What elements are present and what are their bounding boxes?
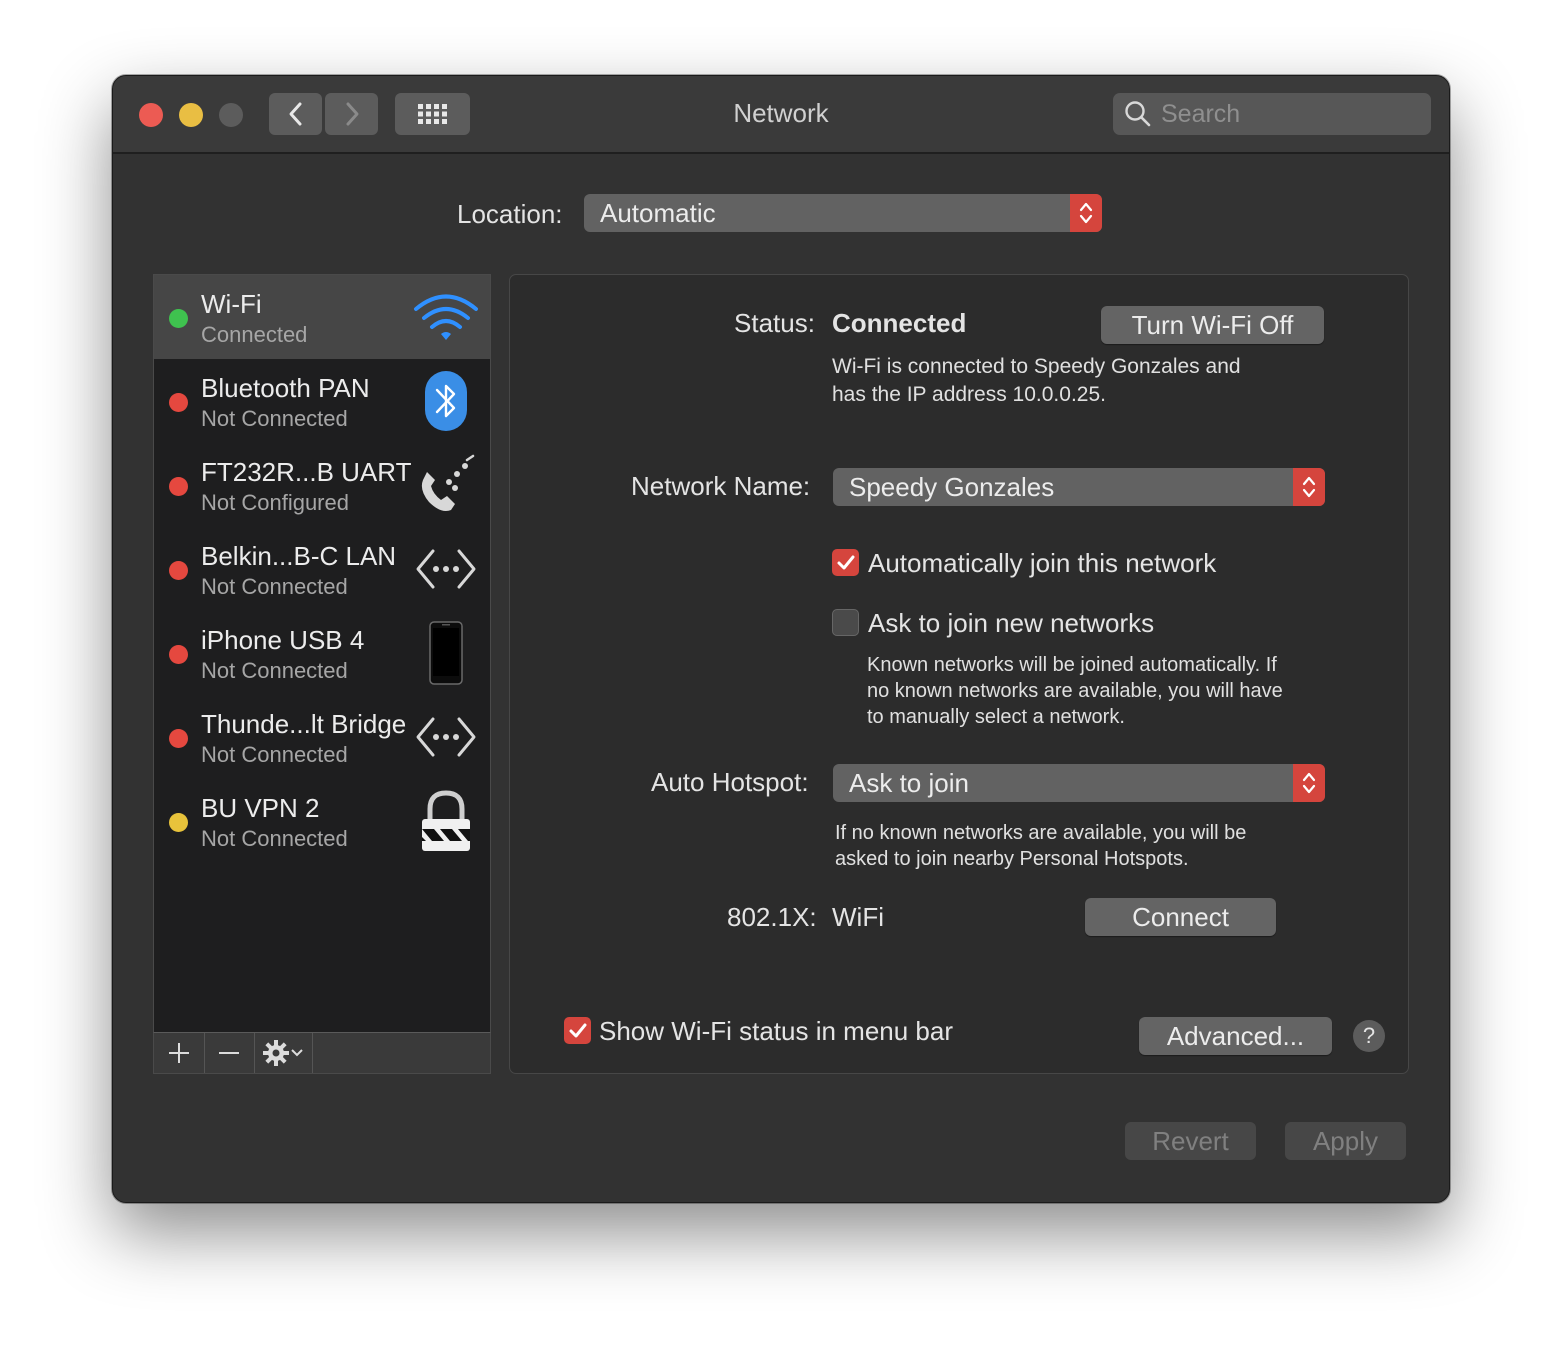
service-actions-menu[interactable] bbox=[254, 1033, 313, 1073]
search-icon bbox=[1125, 101, 1151, 127]
wifi-detail-panel: Status: Connected Turn Wi-Fi Off Wi-Fi i… bbox=[509, 274, 1409, 1074]
search-field[interactable] bbox=[1113, 93, 1431, 135]
location-popup[interactable]: Automatic bbox=[584, 194, 1102, 232]
service-status: Not Connected bbox=[201, 742, 348, 767]
bluetooth-icon bbox=[412, 367, 480, 435]
network-name-popup[interactable]: Speedy Gonzales bbox=[833, 468, 1325, 506]
status-dot bbox=[169, 561, 188, 580]
title-bar: Network bbox=[113, 76, 1449, 154]
service-status: Not Connected bbox=[201, 826, 348, 851]
show-status-checkbox[interactable] bbox=[564, 1017, 591, 1044]
location-value: Automatic bbox=[600, 197, 716, 228]
plus-icon bbox=[169, 1043, 189, 1063]
status-dot bbox=[169, 309, 188, 328]
dot1x-label: 802.1X: bbox=[727, 902, 817, 932]
ask-join-description-line: no known networks are available, you wil… bbox=[867, 680, 1283, 702]
service-name: iPhone USB 4 bbox=[201, 625, 365, 655]
auto-hotspot-description-line: If no known networks are available, you … bbox=[835, 822, 1247, 844]
auto-hotspot-popup[interactable]: Ask to join bbox=[833, 764, 1325, 802]
service-list[interactable]: Wi-Fi Connected Bluetooth PAN Not Connec… bbox=[153, 274, 491, 1074]
vpn-lock-icon bbox=[412, 787, 480, 855]
help-button[interactable]: ? bbox=[1353, 1020, 1385, 1052]
ask-join-label[interactable]: Ask to join new networks bbox=[868, 608, 1154, 639]
status-label: Status: bbox=[734, 308, 815, 338]
status-description-line: has the IP address 10.0.0.25. bbox=[832, 383, 1106, 406]
auto-join-checkbox[interactable] bbox=[832, 549, 859, 576]
popup-stepper-icon bbox=[1293, 764, 1325, 802]
service-item-bluetooth-pan[interactable]: Bluetooth PAN Not Connected bbox=[154, 359, 490, 443]
service-name: Belkin...B-C LAN bbox=[201, 541, 397, 571]
service-name: Bluetooth PAN bbox=[201, 373, 370, 403]
dot1x-value: WiFi bbox=[832, 902, 884, 932]
service-status: Not Connected bbox=[201, 658, 348, 683]
service-name: FT232R...B UART bbox=[201, 457, 412, 487]
popup-stepper-icon bbox=[1293, 468, 1325, 506]
status-dot bbox=[169, 813, 188, 832]
status-dot bbox=[169, 393, 188, 412]
service-item-thunderbolt-bridge[interactable]: Thunde...lt Bridge Not Connected bbox=[154, 695, 490, 779]
ask-join-description: Known networks will be joined automatica… bbox=[867, 652, 1283, 730]
network-name-label: Network Name: bbox=[631, 471, 811, 501]
network-name-value: Speedy Gonzales bbox=[849, 471, 1055, 502]
status-value: Connected bbox=[832, 308, 967, 338]
ethernet-arrows-icon bbox=[412, 535, 480, 603]
service-item-belkin-lan[interactable]: Belkin...B-C LAN Not Connected bbox=[154, 527, 490, 611]
service-status: Connected bbox=[201, 322, 308, 347]
add-service-button[interactable] bbox=[154, 1033, 205, 1073]
checkmark-icon bbox=[837, 555, 854, 569]
auto-hotspot-description: If no known networks are available, you … bbox=[835, 820, 1246, 872]
wifi-icon bbox=[412, 283, 480, 351]
turn-wifi-off-button[interactable]: Turn Wi-Fi Off bbox=[1101, 306, 1324, 344]
ask-join-checkbox[interactable] bbox=[832, 609, 859, 636]
search-input[interactable] bbox=[1159, 98, 1423, 130]
apply-button[interactable]: Apply bbox=[1285, 1122, 1406, 1160]
gear-icon bbox=[263, 1040, 289, 1066]
revert-button[interactable]: Revert bbox=[1125, 1122, 1256, 1160]
status-description-line: Wi-Fi is connected to Speedy Gonzales an… bbox=[832, 355, 1241, 378]
service-list-toolbar bbox=[153, 1032, 491, 1074]
service-item-wifi[interactable]: Wi-Fi Connected bbox=[154, 275, 490, 359]
location-label: Location: bbox=[457, 199, 563, 229]
checkmark-icon bbox=[569, 1023, 586, 1037]
popup-stepper-icon bbox=[1070, 194, 1102, 232]
service-name: BU VPN 2 bbox=[201, 793, 320, 823]
show-status-label[interactable]: Show Wi-Fi status in menu bar bbox=[599, 1016, 953, 1047]
service-name: Thunde...lt Bridge bbox=[201, 709, 407, 739]
auto-hotspot-value: Ask to join bbox=[849, 767, 969, 798]
service-item-iphone-usb[interactable]: iPhone USB 4 Not Connected bbox=[154, 611, 490, 695]
chevron-down-icon bbox=[291, 1049, 303, 1057]
auto-hotspot-label: Auto Hotspot: bbox=[651, 767, 809, 797]
service-status: Not Connected bbox=[201, 406, 348, 431]
status-dot bbox=[169, 729, 188, 748]
status-dot bbox=[169, 477, 188, 496]
status-description: Wi-Fi is connected to Speedy Gonzales an… bbox=[832, 353, 1241, 409]
minus-icon bbox=[219, 1052, 239, 1054]
service-name: Wi-Fi bbox=[201, 289, 262, 319]
status-dot bbox=[169, 645, 188, 664]
ask-join-description-line: Known networks will be joined automatica… bbox=[867, 654, 1277, 676]
phone-modem-icon bbox=[412, 451, 480, 519]
service-item-bu-vpn[interactable]: BU VPN 2 Not Connected bbox=[154, 779, 490, 863]
service-item-ft232r-uart[interactable]: FT232R...B UART Not Configured bbox=[154, 443, 490, 527]
ask-join-description-line: to manually select a network. bbox=[867, 706, 1125, 728]
advanced-button[interactable]: Advanced... bbox=[1139, 1017, 1332, 1055]
auto-hotspot-description-line: asked to join nearby Personal Hotspots. bbox=[835, 848, 1189, 870]
service-status: Not Configured bbox=[201, 490, 349, 515]
iphone-icon bbox=[412, 619, 480, 687]
connect-button[interactable]: Connect bbox=[1085, 898, 1276, 936]
service-status: Not Connected bbox=[201, 574, 348, 599]
network-preferences-window: Network Location: Automatic Wi-Fi Connec… bbox=[112, 75, 1450, 1203]
auto-join-label[interactable]: Automatically join this network bbox=[868, 548, 1216, 579]
ethernet-arrows-icon bbox=[412, 703, 480, 771]
remove-service-button[interactable] bbox=[204, 1033, 255, 1073]
